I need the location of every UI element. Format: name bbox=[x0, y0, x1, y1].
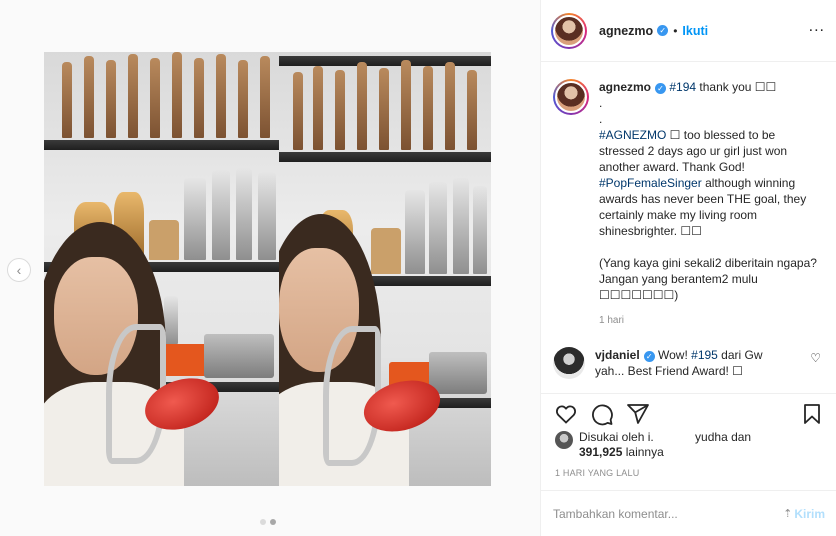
liker-avatar[interactable] bbox=[555, 431, 573, 449]
likes-mid: yudha dan bbox=[695, 430, 752, 444]
post-photo[interactable] bbox=[44, 52, 491, 486]
caption-row: agnezmo ✓ #194 thank you ☐☐ . . #AGNEZMO … bbox=[553, 79, 823, 329]
hashtag-link[interactable]: #AGNEZMO bbox=[599, 128, 666, 142]
likes-summary: Disukai oleh i. yudha dan 391,925 lainny… bbox=[555, 430, 751, 460]
likes-count[interactable]: 391,925 bbox=[579, 445, 622, 459]
follow-button[interactable]: Ikuti bbox=[682, 24, 708, 38]
commenter-avatar[interactable] bbox=[553, 347, 585, 379]
likes-suffix[interactable]: lainnya bbox=[626, 445, 664, 459]
media-area: ‹ bbox=[0, 0, 540, 536]
header-separator: • bbox=[673, 23, 678, 38]
author-avatar[interactable] bbox=[551, 12, 587, 49]
post-date[interactable]: 1 HARI YANG LALU bbox=[555, 468, 639, 478]
caption-avatar[interactable] bbox=[553, 79, 589, 115]
comment-bubble-icon[interactable] bbox=[589, 401, 615, 427]
caption-text: (Yang kaya gini sekali2 diberitain ngapa… bbox=[599, 256, 821, 302]
like-comment-heart-icon[interactable]: ♡ bbox=[810, 351, 821, 365]
chevron-left-icon: ‹ bbox=[16, 262, 22, 278]
verified-badge-icon: ✓ bbox=[655, 83, 667, 94]
post-side-panel: agnezmo ✓ • Ikuti ... agnezmo ✓ #194 than… bbox=[540, 0, 836, 536]
action-bar bbox=[541, 393, 836, 433]
carousel-dot bbox=[260, 519, 266, 525]
more-options-icon[interactable]: ... bbox=[809, 19, 825, 35]
caption-timestamp[interactable]: 1 hari bbox=[599, 313, 817, 329]
like-heart-icon[interactable] bbox=[553, 401, 579, 427]
caption-text: thank you ☐☐ bbox=[696, 80, 777, 94]
post-header: agnezmo ✓ • Ikuti ... bbox=[541, 0, 836, 62]
caption: agnezmo ✓ #194 thank you ☐☐ . . #AGNEZMO … bbox=[599, 79, 817, 329]
hashtag-link[interactable]: #194 bbox=[669, 80, 696, 94]
photo-panel-left bbox=[44, 52, 281, 486]
prev-photo-button[interactable]: ‹ bbox=[7, 258, 31, 282]
photo-panel-right bbox=[279, 52, 491, 486]
author-username[interactable]: agnezmo bbox=[599, 24, 653, 38]
comment-text: vjdaniel ✓ Wow! #195 dari Gw yah... Best … bbox=[595, 347, 795, 379]
verified-badge-icon: ✓ bbox=[657, 25, 669, 36]
carousel-indicator bbox=[260, 519, 276, 525]
hashtag-link[interactable]: #195 bbox=[691, 348, 718, 362]
emoji-icon[interactable]: ⇡ bbox=[783, 507, 792, 520]
hashtag-link[interactable]: #PopFemaleSinger bbox=[599, 176, 702, 190]
add-comment-form: ⇡ Kirim bbox=[541, 490, 836, 536]
caption-dot: . bbox=[599, 96, 603, 110]
post-comment-button[interactable]: Kirim bbox=[794, 507, 825, 521]
carousel-dot-active bbox=[270, 519, 276, 525]
likes-prefix: Disukai oleh i. bbox=[579, 430, 654, 444]
share-paper-plane-icon[interactable] bbox=[625, 401, 651, 427]
save-bookmark-icon[interactable] bbox=[799, 401, 825, 427]
instagram-post-page: ‹ agnezmo ✓ • Ikuti ... agnezmo ✓ #194 th… bbox=[0, 0, 836, 536]
commenter-username[interactable]: vjdaniel bbox=[595, 348, 640, 362]
comment-input[interactable] bbox=[553, 506, 784, 521]
caption-username[interactable]: agnezmo bbox=[599, 80, 651, 94]
caption-dot: . bbox=[599, 112, 603, 126]
verified-badge-icon: ✓ bbox=[643, 351, 655, 362]
comment-body: Wow! bbox=[654, 348, 692, 362]
comment-item: vjdaniel ✓ Wow! #195 dari Gw yah... Best … bbox=[553, 347, 823, 379]
comments-section: agnezmo ✓ #194 thank you ☐☐ . . #AGNEZMO … bbox=[541, 63, 836, 393]
